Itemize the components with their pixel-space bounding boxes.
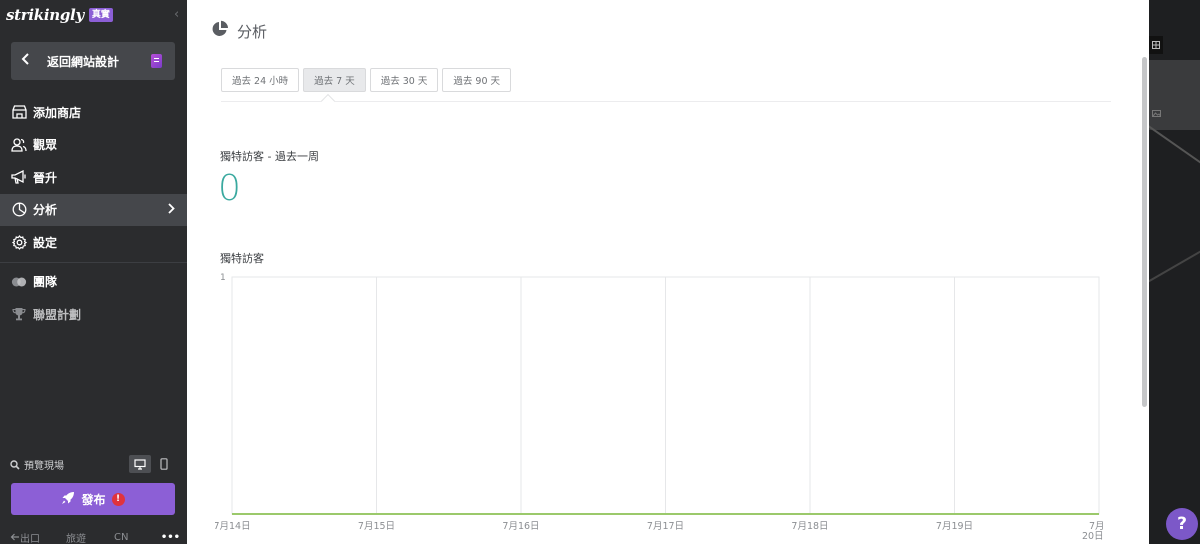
date-range-tabs: 過去 24 小時 過去 7 天 過去 30 天 過去 90 天: [221, 68, 515, 92]
tab-7-days[interactable]: 過去 7 天: [303, 68, 366, 92]
exit-link[interactable]: 出口: [10, 530, 40, 544]
rocket-icon: [61, 490, 75, 509]
page-title: 分析: [237, 22, 268, 41]
sidebar-item-label: 聯盟計劃: [33, 307, 82, 322]
publish-label: 發布: [81, 492, 106, 507]
analytics-panel: 分析 過去 24 小時 過去 7 天 過去 30 天 過去 90 天 獨特訪客 …: [187, 0, 1149, 544]
gear-icon: [11, 234, 27, 250]
tabs-divider: [221, 101, 1111, 102]
unique-visitors-value: 0: [218, 168, 241, 209]
help-button[interactable]: ?: [1166, 508, 1198, 540]
x-tick-label: 7月14日: [215, 521, 251, 532]
chevron-right-icon: [167, 203, 175, 217]
x-tick-label: 7月18日: [791, 521, 828, 532]
sidebar-item-label: 設定: [33, 235, 58, 250]
mobile-view-button[interactable]: [153, 455, 175, 473]
live-badge: 真實: [88, 8, 113, 22]
audience-icon: [11, 137, 27, 153]
sidebar-item-label: 觀眾: [33, 138, 58, 153]
sidebar-item-audience[interactable]: 觀眾: [0, 129, 187, 162]
pie-chart-icon: [11, 202, 27, 218]
chevron-left-icon: [11, 53, 41, 69]
sidebar-nav: 添加商店 觀眾 晉升 分析 設定 團隊 聯盟計劃: [0, 96, 187, 331]
brand[interactable]: strikingly 真實: [6, 5, 113, 25]
alert-icon: !: [111, 492, 125, 506]
sidebar-item-promote[interactable]: 晉升: [0, 161, 187, 194]
ios-link[interactable]: 旅遊: [66, 530, 86, 544]
tab-30-days[interactable]: 過去 30 天: [369, 68, 439, 92]
sidebar-item-label: 團隊: [33, 275, 58, 290]
publish-button[interactable]: 發布 !: [11, 483, 175, 515]
unique-visitors-label: 獨特訪客 - 過去一周: [220, 150, 319, 163]
sidebar-item-team[interactable]: 團隊: [0, 266, 187, 299]
more-icon[interactable]: •••: [161, 532, 180, 543]
collapse-sidebar-icon[interactable]: ‹: [174, 7, 179, 22]
language-link[interactable]: CN: [114, 532, 128, 543]
sidebar-divider: [0, 261, 187, 263]
tab-90-days[interactable]: 過去 90 天: [442, 68, 512, 92]
sidebar-item-affiliate[interactable]: 聯盟計劃: [0, 298, 187, 331]
team-icon: [11, 274, 27, 290]
megaphone-icon: [11, 169, 27, 185]
desktop-view-button[interactable]: [129, 455, 151, 473]
x-tick-label: 7月16日: [502, 521, 539, 532]
preview-image-icon[interactable]: [1149, 104, 1163, 122]
preview-live-link[interactable]: 預覽現場: [24, 457, 64, 472]
sidebar-item-label: 晉升: [33, 170, 58, 185]
site-preview-background: [1149, 0, 1200, 544]
preview-line: [1149, 237, 1200, 285]
arrow-left-icon: [10, 533, 19, 541]
back-to-design-button[interactable]: 返回網站設計: [11, 42, 175, 80]
sidebar-item-settings[interactable]: 設定: [0, 226, 187, 259]
preview-row: 預覽現場: [10, 455, 175, 473]
tab-24-hours[interactable]: 過去 24 小時: [221, 68, 300, 92]
back-to-design-label: 返回網站設計: [47, 54, 120, 69]
brand-logo: strikingly: [6, 6, 84, 24]
x-tick-label: 7月15日: [358, 521, 395, 532]
sidebar-item-analytics[interactable]: 分析: [0, 193, 187, 226]
y-tick-label: 1: [220, 273, 226, 283]
preview-grid-icon[interactable]: [1149, 36, 1163, 54]
store-icon: [11, 104, 27, 120]
sidebar-item-store[interactable]: 添加商店: [0, 96, 187, 129]
unique-visitors-chart: 1 7月14日 7月15日 7月16日 7月17日 7月18日 7月19日 7月 20日: [215, 273, 1105, 542]
x-tick-label: 7月17日: [647, 521, 684, 532]
trophy-icon: [11, 306, 27, 322]
sidebar: strikingly 真實 ‹ 返回網站設計 添加商店 觀眾 晉升 分析 設定 …: [0, 0, 187, 544]
x-tick-label: 7月 20日: [1082, 521, 1105, 542]
pie-chart-icon: [211, 20, 229, 42]
search-icon: [10, 455, 20, 474]
sidebar-footer: 出口 旅遊 CN •••: [10, 530, 180, 544]
page-header: 分析: [211, 20, 267, 42]
sidebar-item-label: 添加商店: [33, 105, 82, 120]
exit-label: 出口: [20, 533, 40, 544]
x-tick-label: 7月19日: [936, 521, 973, 532]
site-page-icon: [151, 54, 162, 68]
preview-line: [1149, 124, 1200, 178]
sidebar-item-label: 分析: [33, 203, 58, 218]
scrollbar[interactable]: [1142, 57, 1147, 407]
chart-title: 獨特訪客: [220, 252, 264, 265]
active-tab-pointer: [320, 93, 336, 109]
